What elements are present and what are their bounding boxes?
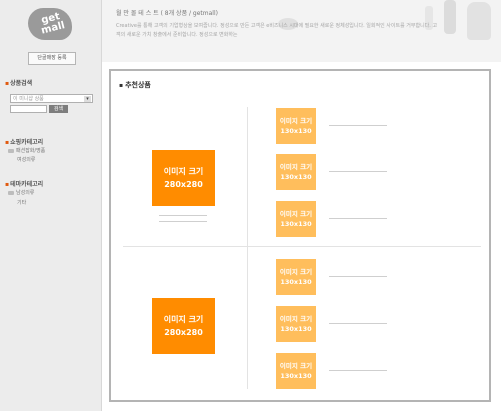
image-size-value: 280x280 <box>164 180 203 189</box>
image-size-label: 이미지 크기 <box>279 117 313 125</box>
image-size-value: 130x130 <box>280 127 312 135</box>
divider <box>247 107 248 389</box>
product-name-placeholder[interactable] <box>159 215 207 216</box>
product-name-placeholder[interactable] <box>329 125 387 126</box>
small-product-image[interactable]: 이미지 크기 130x130 <box>275 200 317 238</box>
getmall-logo[interactable]: get mall <box>28 8 74 42</box>
shop-title: 월 만 몰 테 스 트 ( 8개 상품 / getmall) <box>116 10 218 17</box>
search-scope-select[interactable]: 이 미니샵 상품 ▾ <box>10 94 93 103</box>
register-favorite-store-button[interactable]: 단골매장 등록 <box>28 52 76 65</box>
image-size-label: 이미지 크기 <box>279 362 313 370</box>
panel-title: 추천상품 <box>119 80 151 90</box>
image-size-value: 130x130 <box>280 372 312 380</box>
image-size-value: 280x280 <box>164 328 203 337</box>
shop-header: 월 만 몰 테 스 트 ( 8개 상품 / getmall) Creative를… <box>102 0 501 62</box>
shopping-category-title: 쇼핑카테고리 <box>5 137 43 146</box>
product-name-placeholder[interactable] <box>329 370 387 371</box>
chevron-down-icon[interactable]: ▾ <box>84 96 91 102</box>
folder-icon <box>8 190 14 195</box>
product-name-placeholder[interactable] <box>329 323 387 324</box>
shop-description: Creative를 통해 고객의 기업형상을 보여줍니다. 정성으로 만든 고객… <box>116 23 438 38</box>
theme-category-title: 테마카테고리 <box>5 179 43 188</box>
image-size-label: 이미지 크기 <box>163 315 204 324</box>
product-name-placeholder[interactable] <box>329 171 387 172</box>
decor-shape <box>467 2 491 40</box>
theme-item-men[interactable]: 남성의류 <box>8 189 34 196</box>
theme-item-etc[interactable]: 기타 <box>17 199 26 206</box>
search-input[interactable] <box>10 105 47 113</box>
small-product-image[interactable]: 이미지 크기 130x130 <box>275 352 317 390</box>
search-button[interactable]: 검색 <box>49 105 68 113</box>
image-size-value: 130x130 <box>280 173 312 181</box>
product-name-placeholder[interactable] <box>329 276 387 277</box>
image-size-value: 130x130 <box>280 325 312 333</box>
decor-shape <box>444 0 456 34</box>
category-item-women[interactable]: 여성의류 <box>17 156 35 163</box>
product-name-placeholder[interactable] <box>329 218 387 219</box>
image-size-label: 이미지 크기 <box>279 268 313 276</box>
small-product-image[interactable]: 이미지 크기 130x130 <box>275 258 317 296</box>
category-item-label: 패션잡화/명품 <box>16 148 46 154</box>
small-product-image[interactable]: 이미지 크기 130x130 <box>275 153 317 191</box>
small-product-image[interactable]: 이미지 크기 130x130 <box>275 305 317 343</box>
big-product-image[interactable]: 이미지 크기 280x280 <box>152 150 215 206</box>
product-price-placeholder <box>159 221 207 222</box>
category-item-fashion[interactable]: 패션잡화/명품 <box>8 147 45 154</box>
product-search-title: 상품검색 <box>5 78 32 87</box>
image-size-label: 이미지 크기 <box>279 210 313 218</box>
theme-item-label: 남성의류 <box>16 190 35 196</box>
image-size-value: 130x130 <box>280 220 312 228</box>
image-size-label: 이미지 크기 <box>163 167 204 176</box>
divider <box>123 246 481 247</box>
image-size-label: 이미지 크기 <box>279 163 313 171</box>
recommended-products-panel: 추천상품 이미지 크기 280x280 이미지 크기 280x280 이미지 크… <box>109 69 491 402</box>
big-product-image[interactable]: 이미지 크기 280x280 <box>152 298 215 354</box>
search-scope-value: 이 미니샵 상품 <box>13 96 44 102</box>
folder-icon <box>8 148 14 153</box>
image-size-value: 130x130 <box>280 278 312 286</box>
image-size-label: 이미지 크기 <box>279 315 313 323</box>
left-sidebar: get mall 단골매장 등록 상품검색 이 미니샵 상품 ▾ 검색 쇼핑카테… <box>0 0 102 411</box>
small-product-image[interactable]: 이미지 크기 130x130 <box>275 107 317 145</box>
